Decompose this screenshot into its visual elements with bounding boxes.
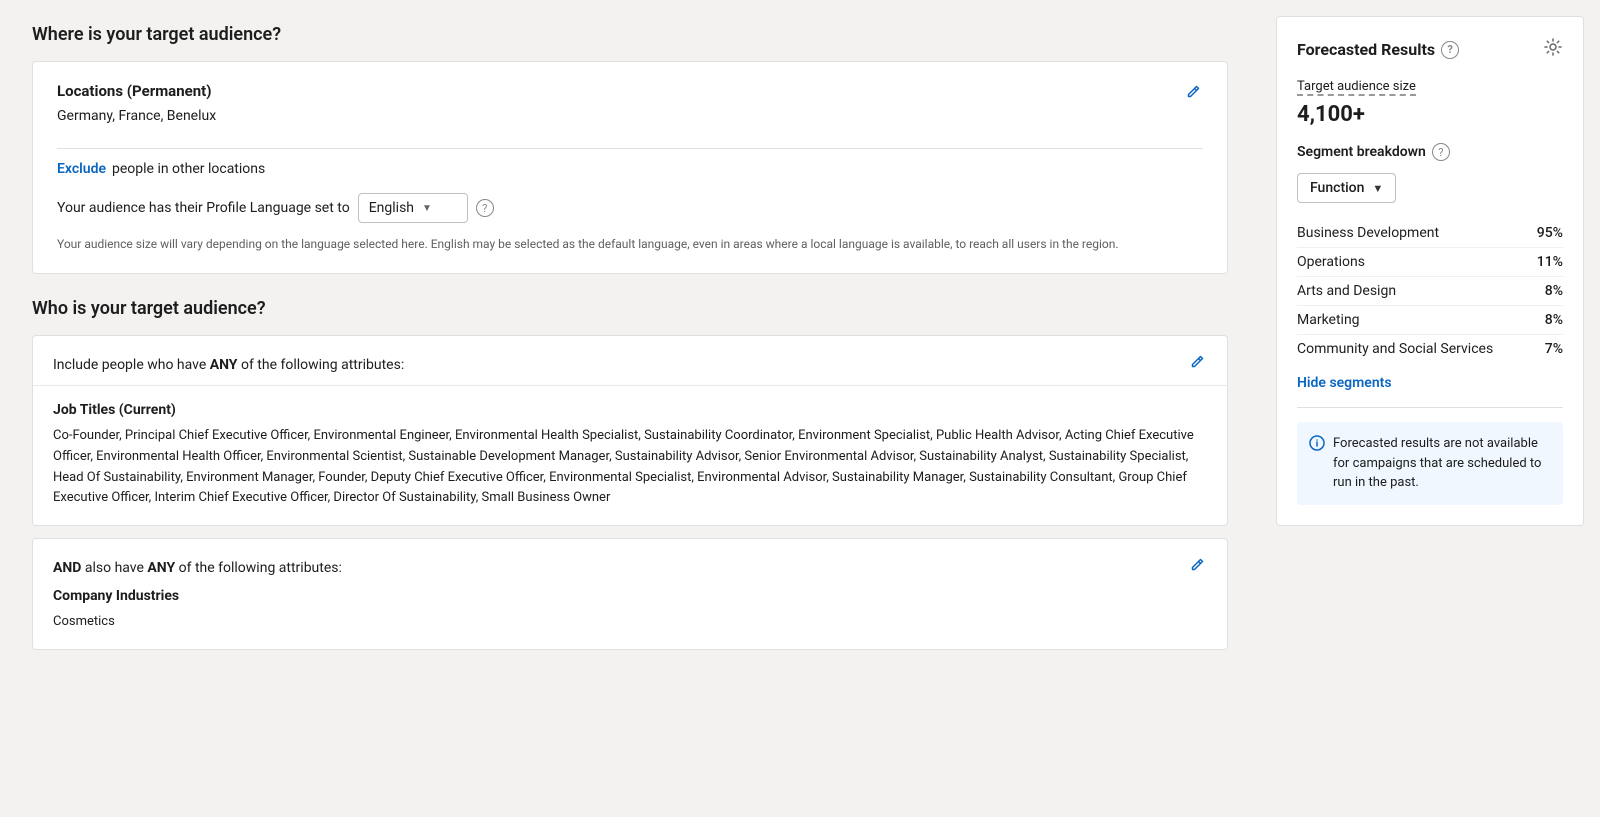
language-prefix: Your audience has their Profile Language… [57,200,350,216]
segment-breakdown-label: Segment breakdown [1297,144,1426,160]
and-bold: AND [53,560,81,576]
segment-row-1: Operations 11% [1297,248,1563,277]
function-dropdown[interactable]: Function ▼ [1297,173,1396,203]
language-dropdown-arrow: ▼ [422,203,432,214]
segment-row-3: Marketing 8% [1297,306,1563,335]
company-industries-label: Company Industries [53,588,1207,604]
exclude-row: Exclude people in other locations [57,161,1203,177]
and-edit-button[interactable] [1187,555,1207,580]
include-card: Include people who have ANY of the follo… [32,335,1228,526]
audience-size-value: 4,100+ [1297,102,1563,127]
segment-row-0: Business Development 95% [1297,219,1563,248]
segment-name-2: Arts and Design [1297,283,1396,299]
exclude-link[interactable]: Exclude [57,161,106,177]
segment-breakdown-header: Segment breakdown ? [1297,143,1563,161]
job-titles-label: Job Titles (Current) [53,402,1207,418]
function-dropdown-text: Function [1310,180,1364,196]
and-header: AND also have ANY of the following attri… [33,539,1227,588]
segment-pct-4: 7% [1545,341,1563,357]
language-selected-value: English [369,200,414,216]
locations-edit-button[interactable] [1183,82,1203,107]
function-dropdown-arrow: ▼ [1372,182,1383,195]
forecast-header: Forecasted Results ? [1297,37,1563,62]
locations-divider [57,148,1203,149]
warning-info-icon [1309,435,1325,455]
locations-value: Germany, France, Benelux [57,108,216,124]
language-row: Your audience has their Profile Language… [57,193,1203,223]
forecast-title-text: Forecasted Results [1297,40,1435,59]
segment-pct-2: 8% [1545,283,1563,299]
language-note: Your audience size will vary depending o… [57,235,1203,253]
and-header-text: AND also have ANY of the following attri… [53,560,342,576]
language-info-icon[interactable]: ? [476,199,494,217]
segment-name-3: Marketing [1297,312,1360,328]
audience-size-label: Target audience size [1297,79,1416,96]
hide-segments-link[interactable]: Hide segments [1297,375,1563,391]
segment-row-4: Community and Social Services 7% [1297,335,1563,363]
job-titles-list: Co-Founder, Principal Chief Executive Of… [53,426,1207,509]
segment-pct-1: 11% [1537,254,1563,270]
segment-row-2: Arts and Design 8% [1297,277,1563,306]
who-section-title: Who is your target audience? [32,298,1228,319]
where-section-title: Where is your target audience? [32,24,1228,45]
segments-list: Business Development 95% Operations 11% … [1297,219,1563,363]
include-body: Job Titles (Current) Co-Founder, Princip… [33,386,1227,525]
locations-label: Locations (Permanent) [57,82,216,100]
segment-help-icon[interactable]: ? [1432,143,1450,161]
include-edit-button[interactable] [1187,352,1207,377]
include-header-text: Include people who have ANY of the follo… [53,357,404,373]
company-industries-value: Cosmetics [53,612,1207,633]
warning-text: Forecasted results are not available for… [1333,434,1551,493]
segment-name-4: Community and Social Services [1297,341,1493,357]
segment-pct-0: 95% [1537,225,1563,241]
forecast-help-icon[interactable]: ? [1441,41,1459,59]
segment-name-1: Operations [1297,254,1365,270]
sidebar: Forecasted Results ? Target audience siz… [1260,0,1600,817]
forecast-divider [1297,407,1563,408]
segment-name-0: Business Development [1297,225,1439,241]
include-any-bold: ANY [210,357,238,373]
forecast-gear-icon[interactable] [1543,37,1563,62]
and-body: Company Industries Cosmetics [33,588,1227,649]
forecast-title: Forecasted Results ? [1297,40,1459,59]
locations-card: Locations (Permanent) Germany, France, B… [32,61,1228,274]
and-any-bold: ANY [147,560,175,576]
forecast-card: Forecasted Results ? Target audience siz… [1276,16,1584,526]
and-card: AND also have ANY of the following attri… [32,538,1228,650]
language-select-dropdown[interactable]: English ▼ [358,193,468,223]
segment-pct-3: 8% [1545,312,1563,328]
exclude-text: people in other locations [112,161,265,177]
include-header: Include people who have ANY of the follo… [33,336,1227,386]
forecast-warning: Forecasted results are not available for… [1297,422,1563,505]
